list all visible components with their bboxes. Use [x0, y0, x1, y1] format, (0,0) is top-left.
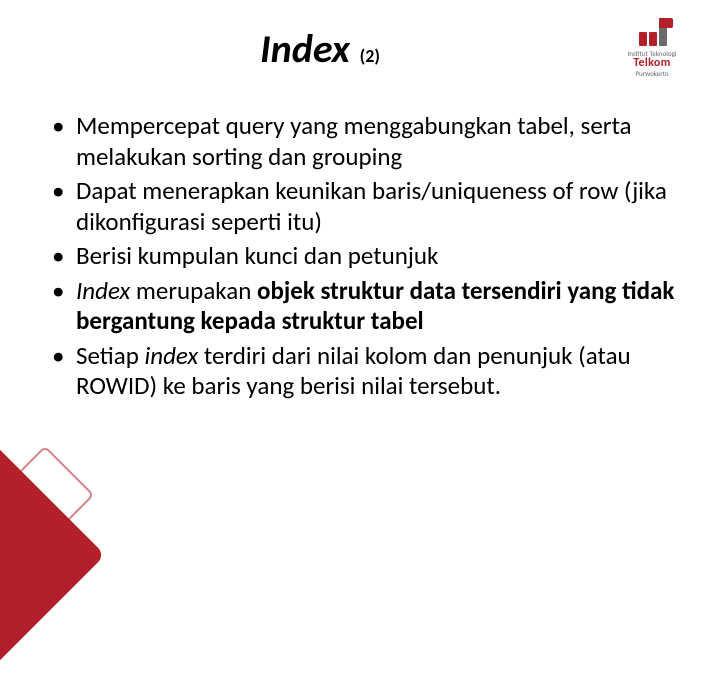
logo-mark-icon — [637, 18, 667, 48]
institution-logo: Institut Teknologi Telkom Purwokerto — [602, 18, 702, 78]
bullet-italic: index — [144, 340, 198, 371]
slide: Institut Teknologi Telkom Purwokerto Ind… — [0, 0, 720, 540]
slide-title-suffix: (2) — [360, 45, 380, 67]
list-item: Index merupakan objek struktur data ters… — [52, 276, 682, 337]
bullet-text: Dapat menerapkan keunikan baris/uniquene… — [76, 175, 667, 237]
slide-title: Index — [260, 24, 350, 73]
bullet-text: Setiap — [76, 340, 144, 371]
list-item: Mempercepat query yang menggabungkan tab… — [52, 111, 682, 172]
bullet-text: Mempercepat query yang menggabungkan tab… — [76, 110, 632, 172]
list-item: Dapat menerapkan keunikan baris/uniquene… — [52, 176, 682, 237]
content-area: Mempercepat query yang menggabungkan tab… — [0, 83, 720, 402]
bullet-text: Berisi kumpulan kunci dan petunjuk — [76, 240, 438, 271]
bullet-list: Mempercepat query yang menggabungkan tab… — [52, 111, 682, 402]
corner-decoration-icon — [0, 400, 140, 600]
bullet-italic: Index — [76, 275, 130, 306]
list-item: Setiap index terdiri dari nilai kolom da… — [52, 341, 682, 402]
bullet-text: merupakan — [130, 275, 257, 306]
logo-line3: Purwokerto — [602, 70, 702, 78]
list-item: Berisi kumpulan kunci dan petunjuk — [52, 241, 682, 272]
